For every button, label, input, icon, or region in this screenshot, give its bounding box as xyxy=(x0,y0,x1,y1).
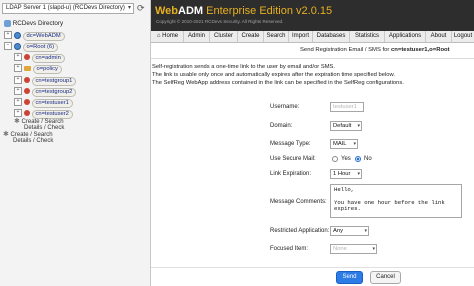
secure-no-radio[interactable] xyxy=(355,156,361,162)
nav-logout[interactable]: Logout xyxy=(452,31,474,42)
restricted-app-label: Restricted Application: xyxy=(270,228,330,234)
expand-icon[interactable]: + xyxy=(14,109,22,118)
nav-create[interactable]: Create xyxy=(238,31,264,42)
info-text: Self-registration sends a one-time link … xyxy=(152,64,336,70)
tree-node-badge[interactable]: cn=testuser1 xyxy=(31,99,73,108)
message-type-select[interactable]: MAIL ▾ xyxy=(330,139,358,149)
group-icon xyxy=(23,88,30,95)
globe-icon xyxy=(13,42,21,50)
secure-mail-label: Use Secure Mail: xyxy=(270,156,316,162)
tree-item-directory[interactable]: RCDevs Directory xyxy=(4,19,63,28)
refresh-icon[interactable]: ⟳ xyxy=(137,3,145,13)
user-icon xyxy=(23,99,30,106)
restricted-app-select[interactable]: Any ▾ xyxy=(330,226,369,236)
nav-import[interactable]: Import xyxy=(289,31,313,42)
tree-item-testgroup1[interactable]: + cn=testgroup1 xyxy=(14,76,77,86)
nav-home[interactable]: ⌂ Home xyxy=(152,31,184,42)
expand-icon[interactable]: + xyxy=(14,87,22,96)
comments-textarea[interactable]: Hello, You have one hour before the link… xyxy=(330,184,462,218)
secure-yes-label: Yes xyxy=(341,156,351,162)
nav-applications[interactable]: Applications xyxy=(385,31,426,42)
link-expiration-select[interactable]: 1 Hour ▾ xyxy=(330,169,362,179)
message-type-label: Message Type: xyxy=(270,141,311,147)
focused-item-select[interactable]: None ▾ xyxy=(330,244,377,254)
group-icon xyxy=(23,77,30,84)
nav-statistics[interactable]: Statistics xyxy=(350,31,385,42)
star-icon: ✱ xyxy=(14,118,20,125)
nav-databases[interactable]: Databases xyxy=(313,31,350,42)
tree-node-badge[interactable]: o=policy xyxy=(32,65,62,74)
nav-cluster[interactable]: Cluster xyxy=(210,31,238,42)
comments-label: Message Comments: xyxy=(270,199,327,205)
chevron-down-icon: ▾ xyxy=(357,123,360,129)
username-label: Username: xyxy=(270,104,300,110)
expand-icon[interactable]: + xyxy=(14,98,22,107)
tree-node-badge[interactable]: cn=testgroup2 xyxy=(31,88,77,97)
star-icon: ✱ xyxy=(3,131,9,138)
user-icon xyxy=(23,110,30,117)
info-text: The SelfReg WebApp address contained in … xyxy=(152,80,404,86)
globe-icon xyxy=(13,31,21,39)
tree-item-testgroup2[interactable]: + cn=testgroup2 xyxy=(14,87,77,97)
tree-item-webadm[interactable]: + dc=WebADM xyxy=(4,31,65,41)
username-field[interactable]: testuser1 xyxy=(330,102,364,112)
tree-item-testuser2[interactable]: + cn=testuser2 xyxy=(14,109,73,119)
details-check-link[interactable]: Details / Check xyxy=(13,138,53,145)
user-icon xyxy=(23,54,30,61)
domain-label: Domain: xyxy=(270,123,293,129)
tree-item-label: RCDevs Directory xyxy=(12,20,64,27)
tree-node-badge[interactable]: o=Root (6) xyxy=(22,43,59,52)
tree-item-root[interactable]: − o=Root (6) xyxy=(4,42,59,52)
send-button[interactable]: Send xyxy=(336,271,363,284)
chevron-down-icon: ▾ xyxy=(357,171,360,177)
page-title: Send Registration Email / SMS for cn=tes… xyxy=(300,47,450,53)
nav-admin[interactable]: Admin xyxy=(184,31,210,42)
expand-icon[interactable]: + xyxy=(14,64,22,73)
folder-icon xyxy=(23,65,31,71)
info-text: The link is usable only once and automat… xyxy=(152,72,395,78)
expand-icon[interactable]: + xyxy=(14,53,22,62)
home-icon: ⌂ xyxy=(156,33,161,39)
chevron-down-icon: ▾ xyxy=(372,246,375,252)
chevron-down-icon: ▾ xyxy=(364,228,367,234)
tree-node-badge[interactable]: dc=WebADM xyxy=(22,32,65,41)
expand-icon[interactable]: + xyxy=(4,31,12,40)
nav-about[interactable]: About xyxy=(426,31,452,42)
tree-node-badge[interactable]: cn=admin xyxy=(31,54,65,63)
cancel-button[interactable]: Cancel xyxy=(370,271,401,284)
secure-yes-radio[interactable] xyxy=(332,156,338,162)
tree-item-policy[interactable]: + o=policy xyxy=(14,64,62,74)
server-select-value: LDAP Server 1 (slapd-u) (RCDevs Director… xyxy=(6,5,125,11)
chevron-down-icon: ▾ xyxy=(127,5,131,11)
expand-icon[interactable]: + xyxy=(14,76,22,85)
nav-search[interactable]: Search xyxy=(264,31,289,42)
focused-item-label: Focused Item: xyxy=(270,246,309,252)
chevron-down-icon: ▾ xyxy=(353,141,356,147)
server-select[interactable]: LDAP Server 1 (slapd-u) (RCDevs Director… xyxy=(2,3,134,14)
app-logo: WebADM Enterprise Edition v2.0.15 xyxy=(155,5,333,17)
tree-node-badge[interactable]: cn=testgroup1 xyxy=(31,77,77,86)
link-expiration-label: Link Expiration: xyxy=(270,171,312,177)
secure-no-label: No xyxy=(364,156,372,162)
copyright-text: Copyright © 2010-2021 RCDevs Security. A… xyxy=(156,19,284,24)
collapse-icon[interactable]: − xyxy=(4,42,12,51)
domain-select[interactable]: Default ▾ xyxy=(330,121,362,131)
tree-item-admin[interactable]: + cn=admin xyxy=(14,53,65,63)
divider xyxy=(151,58,474,59)
divider xyxy=(151,267,474,268)
tree-item-testuser1[interactable]: + cn=testuser1 xyxy=(14,98,73,108)
database-icon xyxy=(4,19,11,27)
